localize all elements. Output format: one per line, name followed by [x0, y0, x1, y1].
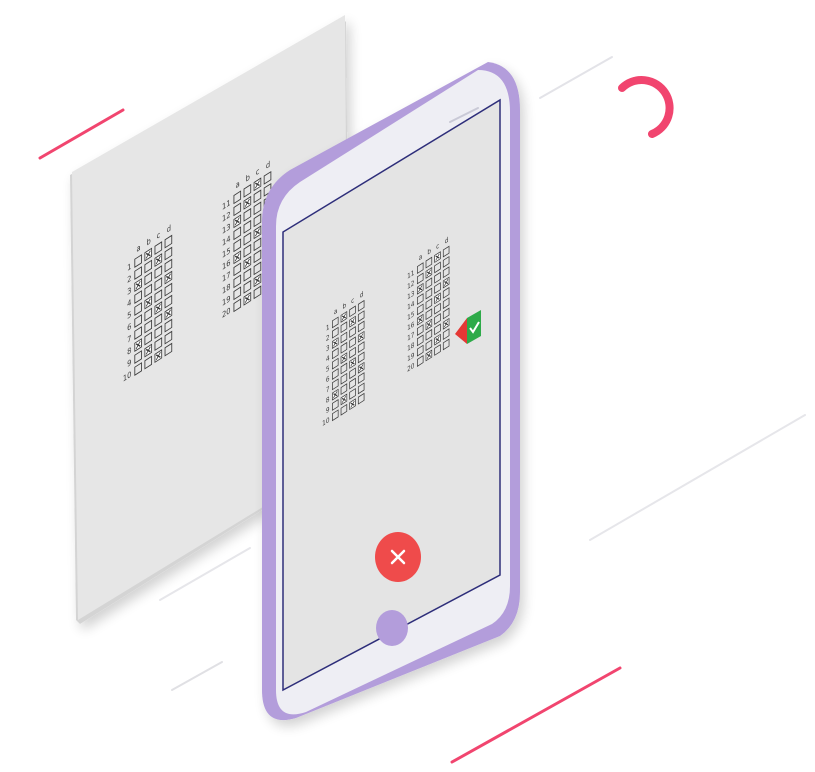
gray-line-bottom-left: [171, 661, 223, 691]
home-button[interactable]: [376, 610, 408, 646]
gray-line-top: [539, 56, 613, 99]
isometric-scanner-illustration: abcd12345678910abcd11121314151617181920 …: [38, 15, 806, 764]
pink-line-bottom: [450, 666, 622, 764]
illustration-stage: a b c d 1 2 3 4 5 6 7 8 9 10 a b c d 11 12 13 14 15 16 17 18 19 20 …: [0, 0, 815, 772]
close-button[interactable]: [375, 532, 421, 582]
loading-arc-icon: [618, 76, 674, 138]
gray-line-right: [589, 414, 806, 541]
